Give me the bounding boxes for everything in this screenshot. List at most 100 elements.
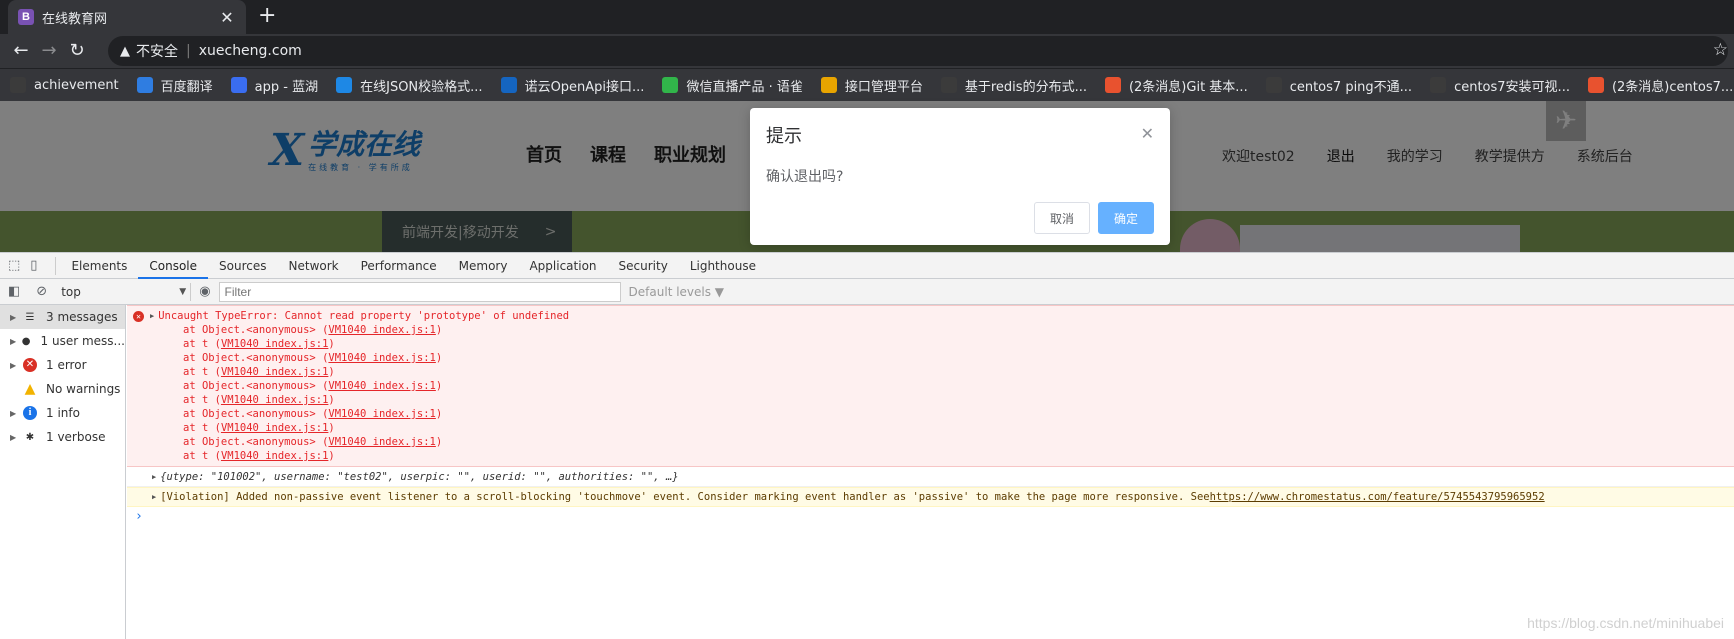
stack-suffix: ) [435,324,443,336]
expand-triangle-icon[interactable]: ▶ [152,493,156,501]
url-text[interactable]: xuecheng.com [199,43,302,59]
bookmark-item[interactable]: achievement [10,77,119,93]
tab-elements[interactable]: Elements [60,253,138,279]
stack-source-link[interactable]: VM1040 index.js:1 [328,352,435,364]
bookmark-item[interactable]: 基于redis的分布式... [940,76,1087,95]
stack-source-link[interactable]: VM1040 index.js:1 [221,450,328,462]
sidebar-item-messages[interactable]: ▶ ☰ 3 messages [0,305,125,329]
bookmark-favicon-icon [1104,77,1121,93]
browser-tab[interactable]: B 在线教育网 ✕ [8,0,246,34]
bookmark-favicon-icon [940,77,957,93]
tab-performance[interactable]: Performance [350,253,448,279]
bookmark-item[interactable]: 在线JSON校验格式... [336,76,483,95]
bookmark-item[interactable]: centos7 ping不通... [1265,76,1413,95]
stack-suffix: ) [435,408,443,420]
stack-source-link[interactable]: VM1040 index.js:1 [221,366,328,378]
console-prompt[interactable]: › [127,507,1734,525]
bookmark-favicon-icon [230,77,247,93]
expand-triangle-icon[interactable]: ▶ [10,313,22,322]
expand-triangle-icon[interactable]: ▶ [10,361,22,370]
bookmarks-bar: achievement 百度翻译 app - 蓝湖 在线JSON校验格式... 诺云Op… [0,68,1734,101]
reload-icon[interactable]: ↻ [66,40,88,62]
stack-source-link[interactable]: VM1040 index.js:1 [328,324,435,336]
close-icon[interactable]: ✕ [1141,124,1154,143]
stack-prefix: at t ( [183,338,221,350]
object-log-row[interactable]: ▶ {utype: "101002", username: "test02", … [127,467,1734,487]
caret-down-icon: ▼ [179,286,187,297]
stack-line: at t (VM1040 index.js:1) [133,337,1734,351]
tab-lighthouse[interactable]: Lighthouse [679,253,767,279]
browser-toolbar: ← → ↻ ▲ 不安全 | xuecheng.com ☆ [0,34,1734,68]
stack-source-link[interactable]: VM1040 index.js:1 [328,436,435,448]
tab-close-icon[interactable]: ✕ [218,8,236,27]
tab-memory[interactable]: Memory [448,253,519,279]
bookmark-item[interactable]: centos7安装可视... [1430,76,1570,95]
stack-prefix: at Object.<anonymous> ( [183,352,329,364]
bookmark-label: 微信直播产品 · 语雀 [686,79,803,95]
bookmark-label: centos7 ping不通... [1289,79,1413,95]
stack-line: at Object.<anonymous> (VM1040 index.js:1… [133,435,1734,449]
bookmark-item[interactable]: 微信直播产品 · 语雀 [662,76,803,95]
info-icon: i [23,406,37,420]
sidebar-toggle-icon[interactable]: ◧ [8,284,20,299]
confirm-button[interactable]: 确定 [1098,202,1154,234]
bookmark-label: achievement [34,77,119,93]
bookmark-item[interactable]: app - 蓝湖 [230,76,318,95]
expand-triangle-icon[interactable]: ▶ [10,337,20,346]
device-toolbar-icon[interactable]: ▯ [30,258,37,273]
stack-suffix: ) [435,380,443,392]
expand-triangle-icon[interactable]: ▶ [10,433,22,442]
sidebar-item-label: No warnings [46,382,121,396]
clear-console-icon[interactable]: ⊘ [36,284,47,299]
sidebar-item-warnings[interactable]: ▲ No warnings [0,377,125,401]
stack-source-link[interactable]: VM1040 index.js:1 [221,338,328,350]
error-text[interactable]: Uncaught TypeError: Cannot read property… [158,310,569,322]
bookmark-favicon-icon [1430,77,1447,93]
bookmark-star-icon[interactable]: ☆ [1713,40,1728,60]
tab-sources[interactable]: Sources [208,253,277,279]
bookmark-item[interactable]: 百度翻译 [136,76,213,95]
new-tab-icon[interactable]: + [258,5,276,27]
expand-triangle-icon[interactable]: ▶ [150,312,154,320]
stack-line: at t (VM1040 index.js:1) [133,393,1734,407]
stack-source-link[interactable]: VM1040 index.js:1 [328,380,435,392]
eye-icon[interactable]: ◉ [199,284,210,299]
back-arrow-icon[interactable]: ← [10,40,32,62]
cancel-button[interactable]: 取消 [1034,202,1090,234]
expand-triangle-icon[interactable]: ▶ [10,409,22,418]
stack-source-link[interactable]: VM1040 index.js:1 [328,408,435,420]
bookmark-item[interactable]: 诺云OpenApi接口... [500,76,644,95]
expand-triangle-icon[interactable]: ▶ [152,473,156,481]
log-levels-dropdown[interactable]: Default levels ▼ [629,285,725,299]
sidebar-item-errors[interactable]: ▶ ✕ 1 error [0,353,125,377]
address-bar[interactable]: ▲ 不安全 | xuecheng.com [108,36,1728,66]
stack-source-link[interactable]: VM1040 index.js:1 [221,422,328,434]
bookmark-item[interactable]: 接口管理平台 [820,76,923,95]
sidebar-item-user-messages[interactable]: ▶ ● 1 user mess... [0,329,125,353]
stack-prefix: at t ( [183,394,221,406]
stack-trace: at Object.<anonymous> (VM1040 index.js:1… [133,323,1734,463]
bookmark-label: 接口管理平台 [844,79,923,95]
console-sidebar: ▶ ☰ 3 messages ▶ ● 1 user mess... ▶ ✕ 1 … [0,305,126,639]
sidebar-item-label: 3 messages [46,310,118,324]
tab-console[interactable]: Console [138,253,209,279]
bookmark-favicon-icon [1587,77,1604,93]
tab-strip: B 在线教育网 ✕ + [0,0,1734,34]
violation-link[interactable]: https://www.chromestatus.com/feature/574… [1210,491,1545,503]
tab-security[interactable]: Security [608,253,679,279]
context-select[interactable]: top ▼ [55,282,192,301]
filter-input[interactable] [218,281,621,302]
stack-line: at Object.<anonymous> (VM1040 index.js:1… [133,351,1734,365]
inspect-element-icon[interactable]: ⬚ [8,258,20,273]
sidebar-item-info[interactable]: ▶ i 1 info [0,401,125,425]
warning-icon[interactable]: ▲ [120,44,130,59]
security-label[interactable]: 不安全 [136,41,178,61]
tab-network[interactable]: Network [278,253,350,279]
tab-application[interactable]: Application [518,253,607,279]
forward-arrow-icon[interactable]: → [38,40,60,62]
sidebar-item-verbose[interactable]: ▶ ✱ 1 verbose [0,425,125,449]
bookmark-item[interactable]: (2条消息)centos7... [1587,76,1733,95]
stack-source-link[interactable]: VM1040 index.js:1 [221,394,328,406]
bookmark-favicon-icon [500,77,517,93]
bookmark-item[interactable]: (2条消息)Git 基本... [1104,76,1248,95]
